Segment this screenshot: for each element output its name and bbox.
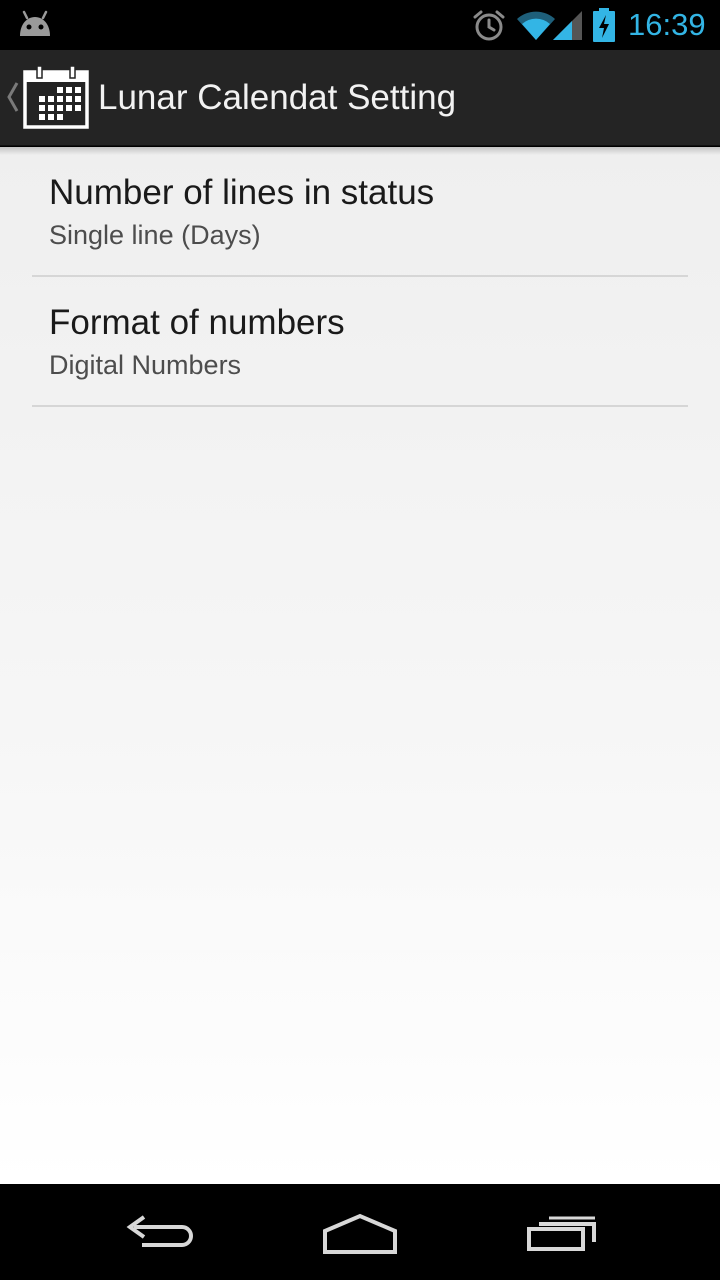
up-caret-icon [7, 82, 19, 112]
home-icon [323, 1213, 397, 1254]
recents-icon [527, 1216, 596, 1251]
preference-lines-in-status[interactable]: Number of lines in status Single line (D… [32, 147, 688, 277]
preference-summary: Single line (Days) [49, 220, 261, 250]
preference-title: Number of lines in status [49, 173, 435, 212]
recents-button[interactable] [514, 1202, 610, 1262]
preference-number-format[interactable]: Format of numbers Digital Numbers [32, 277, 688, 407]
preference-title: Format of numbers [49, 303, 345, 342]
wifi-icon [517, 11, 555, 40]
status-bar: 16:39 [0, 0, 720, 50]
calendar-icon [23, 65, 89, 129]
action-bar: Lunar Calendat Setting [0, 50, 720, 146]
preference-summary: Digital Numbers [49, 350, 242, 380]
android-icon [20, 10, 50, 36]
status-bar-clock: 16:39 [628, 7, 706, 42]
alarm-icon [473, 10, 505, 41]
signal-icon [553, 11, 582, 40]
battery-charging-icon [593, 8, 615, 42]
navigation-bar [0, 1184, 720, 1280]
back-button[interactable] [112, 1202, 208, 1262]
preferences-list: Number of lines in status Single line (D… [0, 147, 720, 1184]
back-icon [126, 1215, 194, 1247]
action-bar-title: Lunar Calendat Setting [98, 78, 457, 117]
home-button[interactable] [312, 1202, 408, 1262]
